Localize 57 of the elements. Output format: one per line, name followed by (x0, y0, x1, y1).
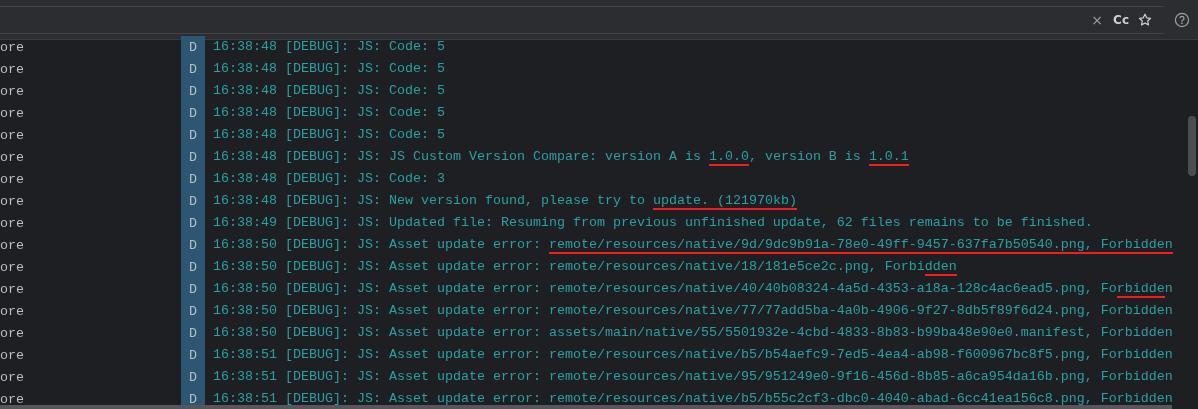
level-text: D (188, 237, 198, 253)
log-message: 16:38:48 [DEBUG]: JS: Code: 3 (213, 172, 445, 186)
log-message: 16:38:50 [DEBUG]: JS: Asset update error: remote/resources/native/18/181e5ce2c.png, Forbidden (213, 260, 957, 274)
level-text: D (188, 303, 198, 319)
source-text: ore (0, 369, 25, 385)
source-text: ore (0, 259, 25, 275)
source-text: ore (0, 83, 25, 99)
source-text: ore (0, 347, 25, 363)
scrollbar-thumb[interactable] (0, 405, 1172, 409)
log-message: 16:38:48 [DEBUG]: JS: New version found, please try to update. (121970kb) (213, 194, 797, 208)
help-icon[interactable] (1174, 11, 1190, 28)
source-text: ore (0, 61, 25, 77)
level-text: D (188, 61, 198, 77)
level-text: D (188, 281, 198, 297)
scrollbar-thumb[interactable] (1188, 116, 1196, 176)
level-text: D (188, 193, 198, 209)
log-message: 16:38:51 [DEBUG]: JS: Asset update error: remote/resources/native/b5/b55c2cf3-dbc0-4040-abad-6cc41ea156c8.png, Forbidden (213, 392, 1173, 406)
level-text: D (188, 105, 198, 121)
star-icon[interactable] (1138, 12, 1152, 27)
match-case-button[interactable]: Cc (1108, 12, 1134, 27)
level-text: D (188, 259, 198, 275)
log-message: 16:38:50 [DEBUG]: JS: Asset update error: remote/resources/native/77/77add5ba-4a0b-4906-9f27-8db5f89f6d24.png, Forbidden (213, 304, 1173, 318)
level-text: D (188, 391, 198, 407)
log-message: 16:38:48 [DEBUG]: JS: Code: 5 (213, 106, 445, 120)
log-message: 16:38:48 [DEBUG]: JS: JS Custom Version Compare: version A is 1.0.0, version B is 1.0.1 (213, 150, 909, 164)
log-message: 16:38:48 [DEBUG]: JS: Code: 5 (213, 40, 445, 54)
level-text: D (188, 325, 198, 341)
level-text: D (188, 215, 198, 231)
level-text: D (188, 347, 198, 363)
log-message: 16:38:51 [DEBUG]: JS: Asset update error: remote/resources/native/b5/b54aefc9-7ed5-4ea4-ab98-f600967bc8f5.png, Forbidden (213, 348, 1173, 362)
source-text: ore (0, 193, 25, 209)
source-text: ore (0, 391, 25, 407)
level-text: D (188, 171, 198, 187)
log-message: 16:38:51 [DEBUG]: JS: Asset update error: remote/resources/native/95/951249e0-9f16-456d-8b85-a6ca954da16b.png, Forbidden (213, 370, 1173, 384)
source-text: ore (0, 303, 25, 319)
source-text: ore (0, 215, 25, 231)
level-text: D (188, 149, 198, 165)
log-message: 16:38:48 [DEBUG]: JS: Code: 5 (213, 62, 445, 76)
level-text: D (188, 369, 198, 385)
source-text: ore (0, 39, 25, 55)
source-text: ore (0, 325, 25, 341)
source-text: ore (0, 127, 25, 143)
log-message: 16:38:50 [DEBUG]: JS: Asset update error: remote/resources/native/40/40b08324-4a5d-4353-a18a-128c4ac6ead5.png, Forbidden (213, 282, 1173, 296)
source-text: ore (0, 149, 25, 165)
log-message: 16:38:50 [DEBUG]: JS: Asset update error: remote/resources/native/9d/9dc9b91a-78e0-49ff-9457-637fa7b50540.png, Forbidden (213, 238, 1173, 252)
source-text: ore (0, 237, 25, 253)
log-message: 16:38:48 [DEBUG]: JS: Code: 5 (213, 128, 445, 142)
level-text: D (188, 39, 198, 55)
log-message: 16:38:48 [DEBUG]: JS: Code: 5 (213, 84, 445, 98)
clear-button[interactable]: × (1086, 11, 1109, 28)
level-text: D (188, 83, 198, 99)
source-text: ore (0, 281, 25, 297)
level-text: D (188, 127, 198, 143)
source-text: ore (0, 105, 25, 121)
log-message: 16:38:49 [DEBUG]: JS: Updated file: Resuming from previous unfinished update, 62 files remains to be finished. (213, 216, 1093, 230)
log-message: 16:38:50 [DEBUG]: JS: Asset update error: assets/main/native/55/5501932e-4cbd-4833-8b83-b99ba48e90e0.manifest, Forbidden (213, 326, 1173, 340)
source-text: ore (0, 171, 25, 187)
